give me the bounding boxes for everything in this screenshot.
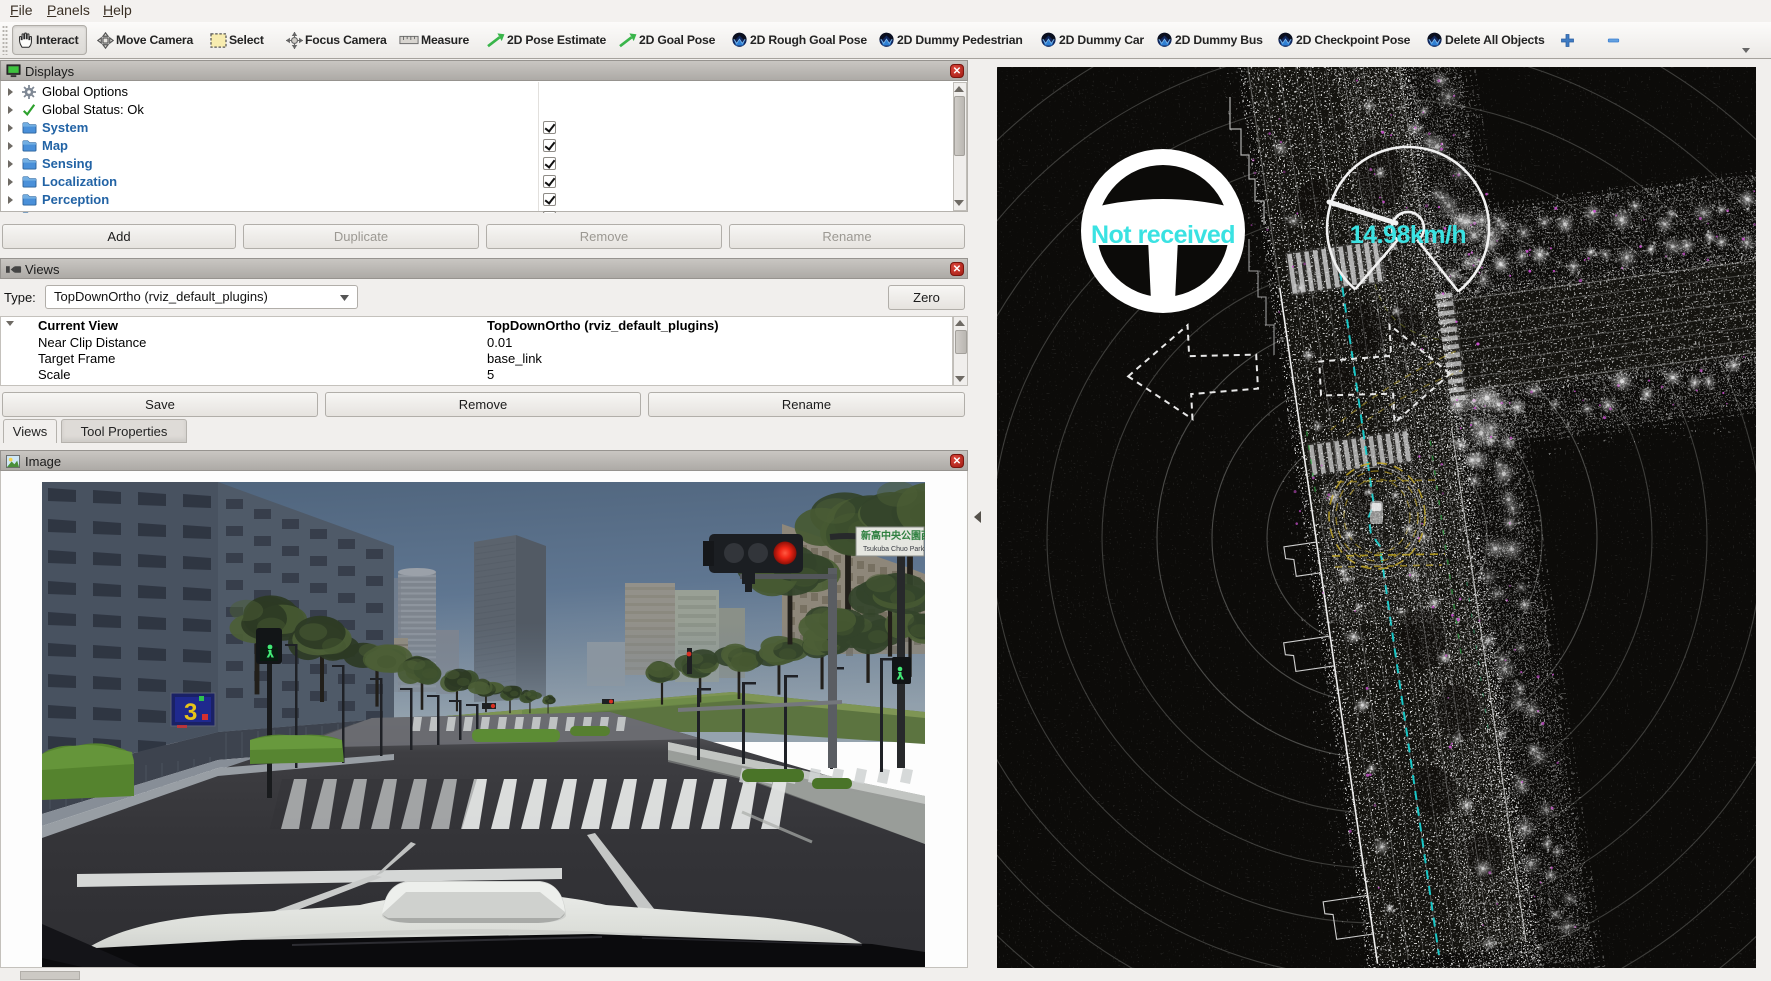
svg-text:14.98km/h: 14.98km/h: [1350, 221, 1466, 249]
svg-text:3: 3: [184, 699, 197, 726]
svg-text:新高中央公園西: 新高中央公園西: [861, 529, 925, 542]
svg-text:Not received: Not received: [1091, 221, 1235, 249]
svg-text:Tsukuba Chuo Park W: Tsukuba Chuo Park W: [863, 546, 925, 553]
